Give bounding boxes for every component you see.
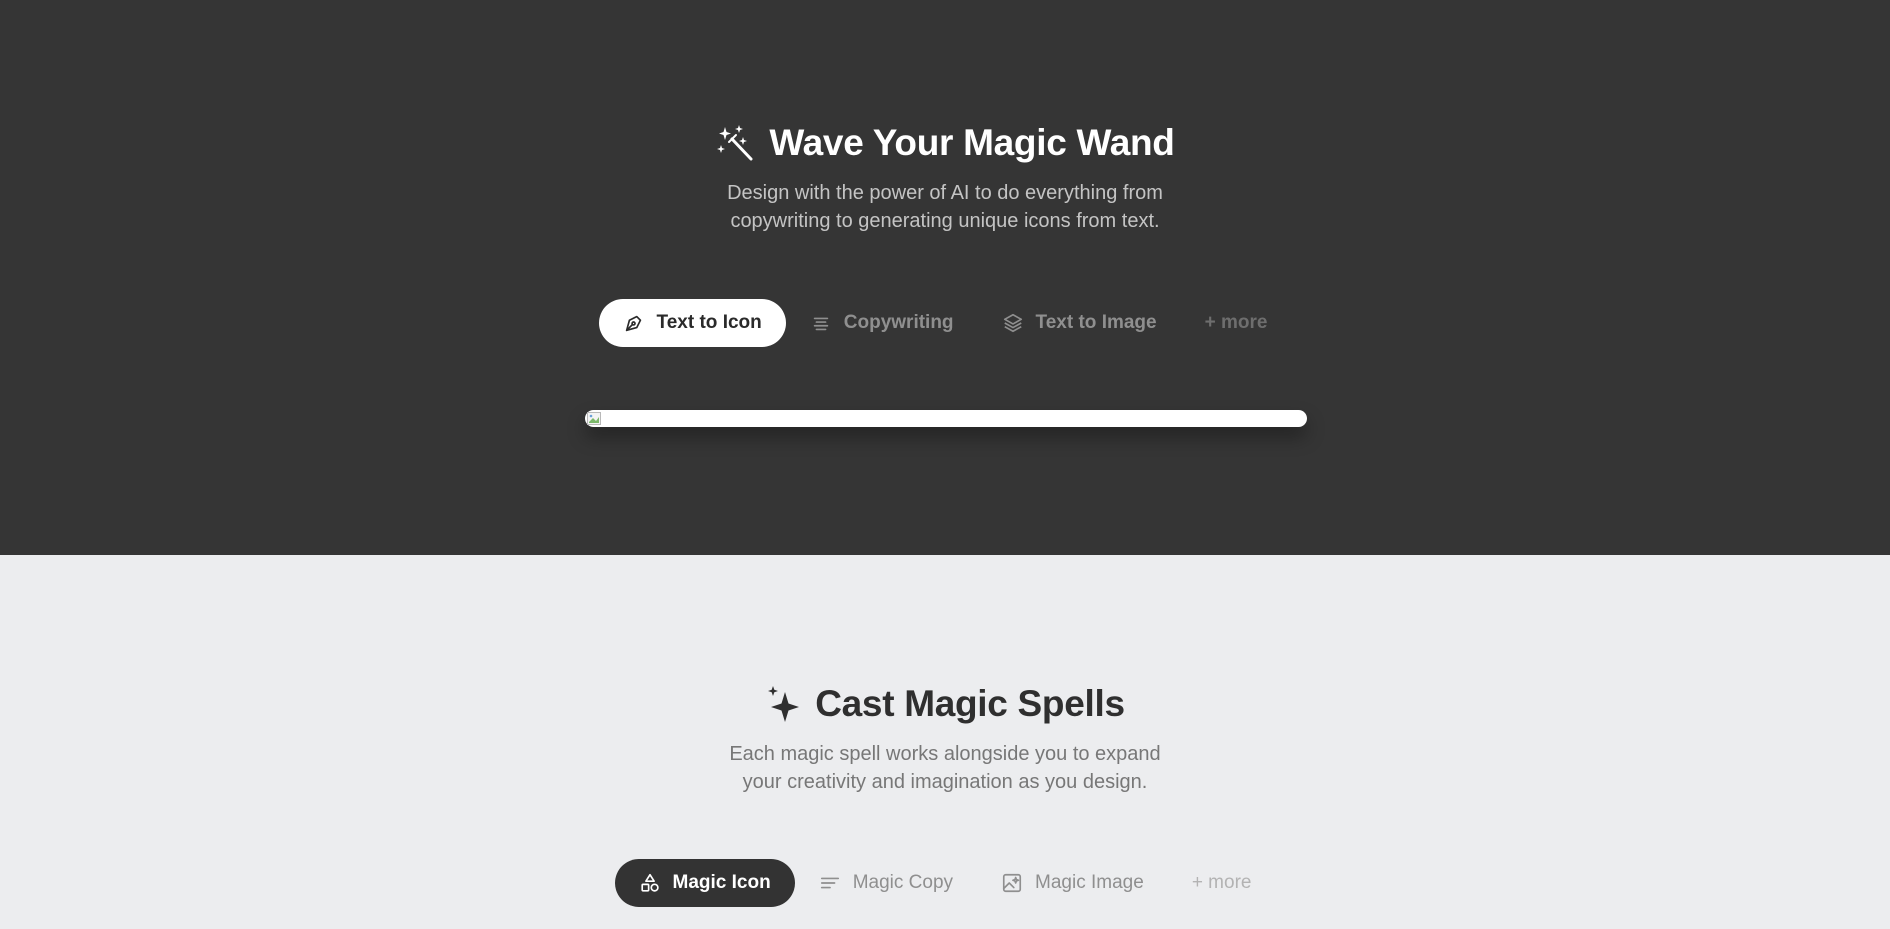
tab-label: + more: [1191, 872, 1252, 893]
tab-more[interactable]: + more: [1168, 859, 1276, 907]
tab-label: Magic Image: [1035, 872, 1144, 893]
shapes-icon: [639, 872, 661, 894]
spells-tabs: Magic Icon Magic Copy Magic Image + more: [0, 859, 1890, 907]
tab-magic-image[interactable]: Magic Image: [977, 859, 1168, 907]
tab-magic-copy[interactable]: Magic Copy: [795, 859, 977, 907]
hero-subtitle: Design with the power of AI to do everyt…: [0, 179, 1890, 235]
tab-magic-icon[interactable]: Magic Icon: [614, 859, 795, 907]
tab-label: Copywriting: [843, 312, 954, 333]
tab-label: Text to Image: [1035, 312, 1157, 333]
layers-icon: [1002, 312, 1024, 334]
magic-wand-icon: [715, 123, 755, 163]
pen-nib-icon: [623, 312, 645, 334]
tab-label: + more: [1204, 312, 1268, 333]
text-align-icon: [810, 312, 832, 334]
hero-tabs: Text to Icon Copywriting Text to Image +…: [0, 299, 1890, 347]
tab-label: Magic Copy: [852, 872, 954, 893]
page: Wave Your Magic Wand Design with the pow…: [0, 0, 1890, 929]
preview-frame: [585, 410, 1307, 427]
spells-title: Cast Magic Spells: [815, 683, 1125, 724]
tab-copywriting[interactable]: Copywriting: [786, 299, 978, 347]
sparkles-icon: [765, 684, 801, 724]
hero-subtitle-line-1: Design with the power of AI to do everyt…: [727, 182, 1163, 204]
tab-label: Magic Icon: [672, 872, 771, 893]
spells-subtitle-line-2: your creativity and imagination as you d…: [742, 771, 1148, 793]
tab-text-to-icon[interactable]: Text to Icon: [598, 299, 786, 347]
hero-title-row: Wave Your Magic Wand: [0, 122, 1890, 164]
hero-section: Wave Your Magic Wand Design with the pow…: [0, 0, 1890, 555]
hero-title: Wave Your Magic Wand: [769, 122, 1175, 163]
broken-image-icon: [587, 412, 601, 425]
tab-text-to-image[interactable]: Text to Image: [978, 299, 1181, 347]
spells-subtitle-line-1: Each magic spell works alongside you to …: [729, 743, 1161, 765]
tab-more[interactable]: + more: [1181, 299, 1292, 347]
image-sparkle-icon: [1001, 872, 1023, 894]
hero-subtitle-line-2: copywriting to generating unique icons f…: [730, 210, 1160, 232]
spells-title-row: Cast Magic Spells: [0, 683, 1890, 725]
magic-spells-section: Cast Magic Spells Each magic spell works…: [0, 555, 1890, 929]
text-lines-icon: [819, 872, 841, 894]
spells-subtitle: Each magic spell works alongside you to …: [0, 740, 1890, 796]
tab-label: Text to Icon: [656, 312, 762, 333]
